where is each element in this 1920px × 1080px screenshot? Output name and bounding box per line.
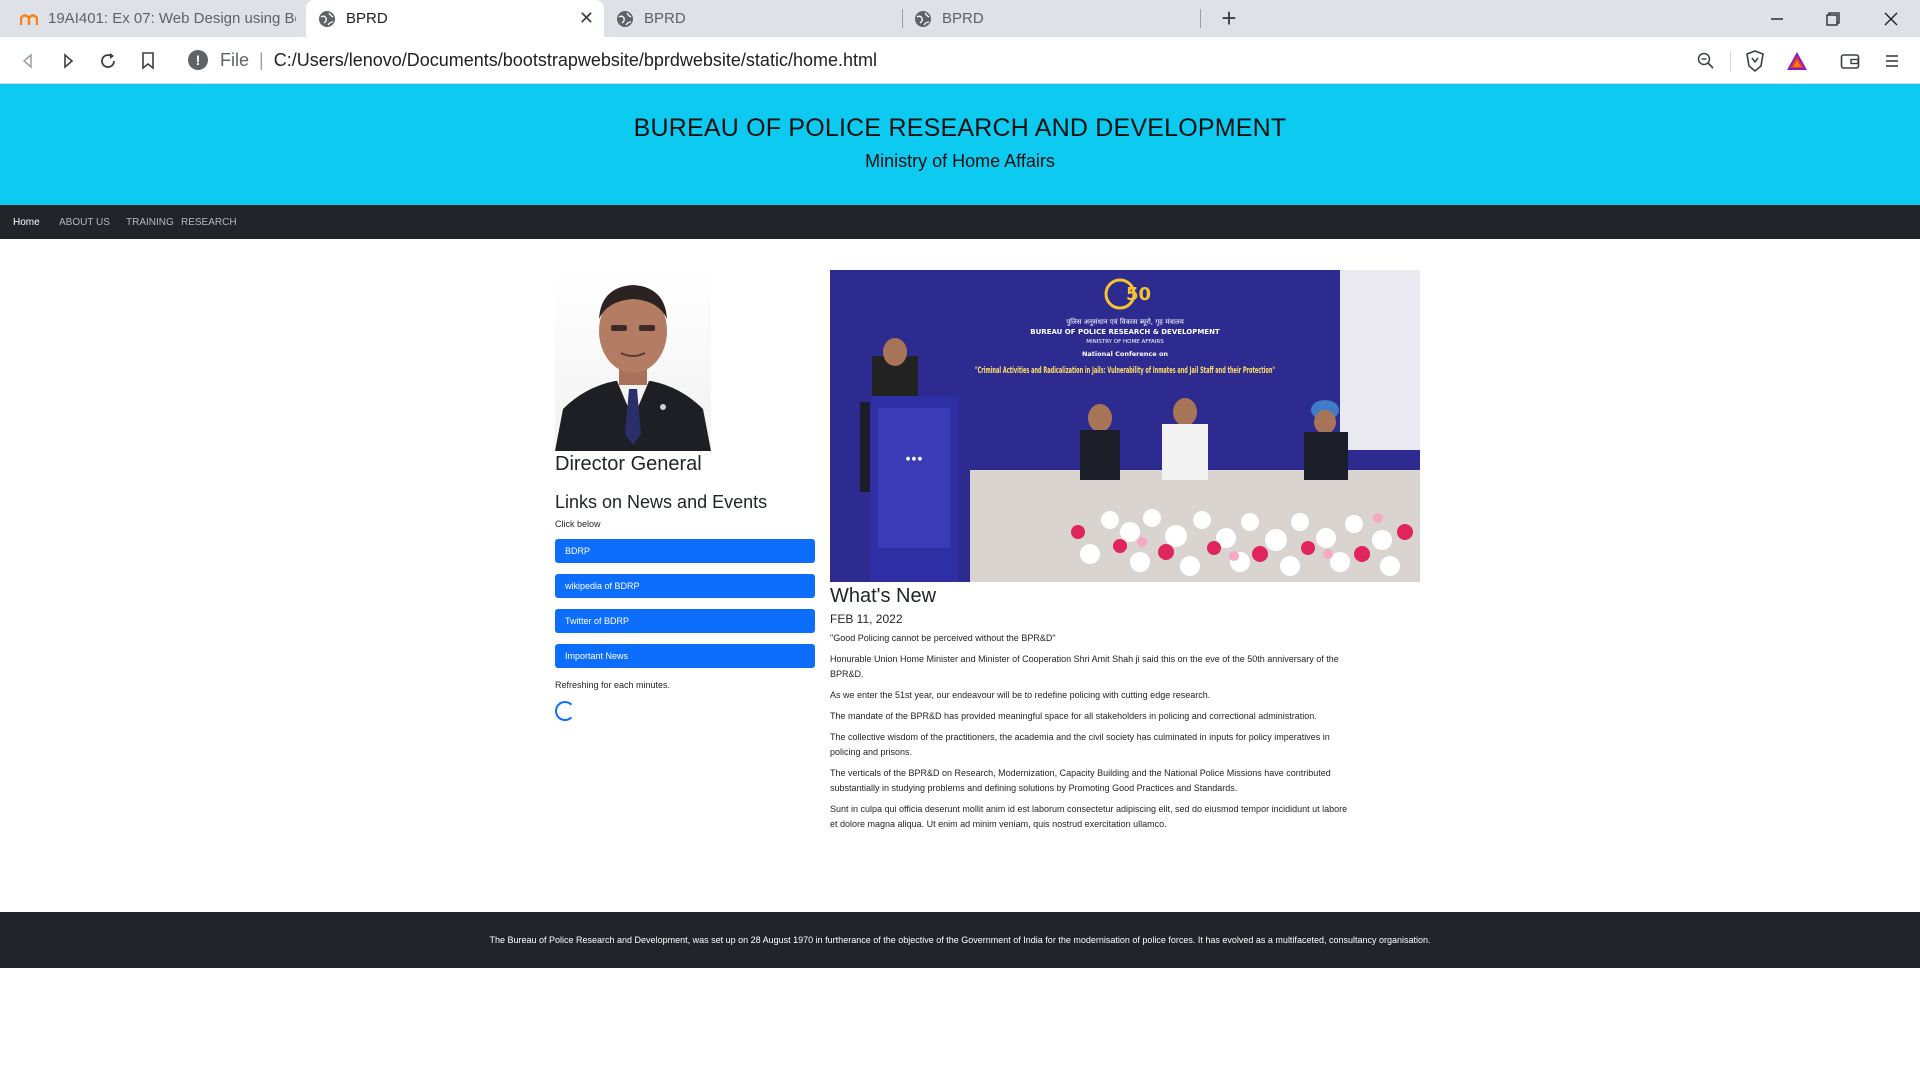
news-paragraph: As we enter the 51st year, our endeavour… bbox=[830, 690, 1211, 700]
site-subtitle: Ministry of Home Affairs bbox=[865, 151, 1055, 171]
globe-icon bbox=[318, 10, 336, 28]
browser-tab[interactable]: 19AI401: Ex 07: Web Design using Boc bbox=[8, 0, 308, 37]
tab-title: 19AI401: Ex 07: Web Design using Boc bbox=[48, 10, 296, 27]
wallet-icon[interactable] bbox=[1836, 47, 1864, 75]
info-icon[interactable]: ! bbox=[188, 50, 208, 70]
whats-new-heading: What's New bbox=[830, 585, 937, 607]
moodle-icon bbox=[20, 10, 38, 28]
tab-divider bbox=[1200, 9, 1201, 28]
nav-home[interactable]: Home bbox=[13, 217, 40, 228]
tab-title: BPRD bbox=[346, 10, 388, 27]
important-news-button[interactable]: Important News bbox=[555, 644, 815, 668]
main-content: 50 पुलिस अनुसंधान एवं विकास ब्यूरो, गृह … bbox=[830, 270, 1420, 832]
tab-title: BPRD bbox=[644, 10, 686, 27]
conference-photo: 50 पुलिस अनुसंधान एवं विकास ब्यूरो, गृह … bbox=[830, 270, 1420, 582]
news-paragraph: The verticals of the BPR&D on Research, … bbox=[830, 768, 1331, 793]
refresh-note: Refreshing for each minutes. bbox=[555, 680, 671, 690]
bdrp-button[interactable]: BDRP bbox=[555, 539, 815, 563]
svg-text:50: 50 bbox=[1126, 284, 1151, 305]
sidebar: Director General Links on News and Event… bbox=[555, 269, 815, 721]
browser-tab-strip: 19AI401: Ex 07: Web Design using Boc BPR… bbox=[0, 0, 1920, 37]
browser-tab-active[interactable]: BPRD ✕ bbox=[306, 0, 604, 37]
director-general-title: Director General bbox=[555, 453, 702, 475]
nav-research[interactable]: RESEARCH bbox=[181, 217, 237, 228]
browser-tab[interactable]: BPRD bbox=[604, 0, 902, 37]
news-paragraph: The mandate of the BPR&D has provided me… bbox=[830, 711, 1317, 721]
forward-icon[interactable] bbox=[54, 47, 82, 75]
site-header: BUREAU OF POLICE RESEARCH AND DEVELOPMEN… bbox=[0, 84, 1920, 205]
brave-rewards-icon[interactable] bbox=[1783, 47, 1811, 75]
url-separator: | bbox=[259, 49, 264, 70]
nav-about-us[interactable]: ABOUT US bbox=[59, 217, 110, 228]
toolbar-divider bbox=[1730, 50, 1731, 72]
banner-hindi: पुलिस अनुसंधान एवं विकास ब्यूरो, गृह मंत… bbox=[1066, 317, 1185, 326]
wikipedia-button[interactable]: wikipedia of BDRP bbox=[555, 574, 815, 598]
web-page: BUREAU OF POLICE RESEARCH AND DEVELOPMEN… bbox=[0, 84, 1920, 1080]
loading-spinner-icon bbox=[555, 701, 575, 721]
menu-icon[interactable] bbox=[1878, 47, 1906, 75]
banner-conference: National Conference on bbox=[1082, 350, 1168, 358]
footer-text: The Bureau of Police Research and Develo… bbox=[489, 935, 1431, 945]
back-icon[interactable] bbox=[14, 47, 42, 75]
news-paragraph: "Good Policing cannot be perceived witho… bbox=[830, 633, 1056, 643]
news-paragraph: The collective wisdom of the practitione… bbox=[830, 732, 1330, 757]
address-bar[interactable]: ! File | C:/Users/lenovo/Documents/boots… bbox=[176, 42, 1819, 78]
browser-tab[interactable]: BPRD bbox=[902, 0, 1200, 37]
news-paragraph: Sunt in culpa qui officia deserunt molli… bbox=[830, 804, 1348, 829]
svg-text:● ● ●: ● ● ● bbox=[906, 456, 923, 462]
twitter-button[interactable]: Twitter of BDRP bbox=[555, 609, 815, 633]
nav-training[interactable]: TRAINING bbox=[126, 217, 174, 228]
banner-topic: "Criminal Activities and Radicalization … bbox=[975, 366, 1275, 376]
director-general-photo bbox=[555, 269, 711, 451]
url-text[interactable]: C:/Users/lenovo/Documents/bootstrapwebsi… bbox=[274, 50, 877, 71]
banner-ministry: MINISTRY OF HOME AFFAIRS bbox=[1086, 339, 1164, 345]
close-window-icon[interactable] bbox=[1866, 0, 1916, 37]
site-title: BUREAU OF POLICE RESEARCH AND DEVELOPMEN… bbox=[633, 114, 1287, 142]
globe-icon bbox=[616, 10, 634, 28]
new-tab-icon[interactable]: + bbox=[1214, 3, 1244, 33]
close-tab-icon[interactable]: ✕ bbox=[579, 8, 594, 29]
globe-icon bbox=[914, 10, 932, 28]
url-scheme: File bbox=[220, 49, 250, 70]
banner-org: BUREAU OF POLICE RESEARCH & DEVELOPMENT bbox=[1030, 328, 1220, 336]
restore-icon[interactable] bbox=[1808, 0, 1858, 37]
zoom-icon[interactable] bbox=[1692, 47, 1720, 75]
tab-title: BPRD bbox=[942, 10, 984, 27]
news-paragraph: Honurable Union Home Minister and Minist… bbox=[830, 654, 1339, 679]
brave-shield-icon[interactable] bbox=[1741, 47, 1769, 75]
click-below-text: Click below bbox=[555, 519, 601, 529]
minimize-icon[interactable] bbox=[1752, 0, 1802, 37]
reload-icon[interactable] bbox=[94, 47, 122, 75]
navbar: Home ABOUT US TRAINING RESEARCH bbox=[0, 205, 1920, 239]
site-footer: The Bureau of Police Research and Develo… bbox=[0, 912, 1920, 968]
links-heading: Links on News and Events bbox=[555, 492, 768, 512]
browser-toolbar: ! File | C:/Users/lenovo/Documents/boots… bbox=[0, 37, 1920, 84]
news-date: FEB 11, 2022 bbox=[830, 612, 903, 626]
bookmark-icon[interactable] bbox=[134, 47, 162, 75]
